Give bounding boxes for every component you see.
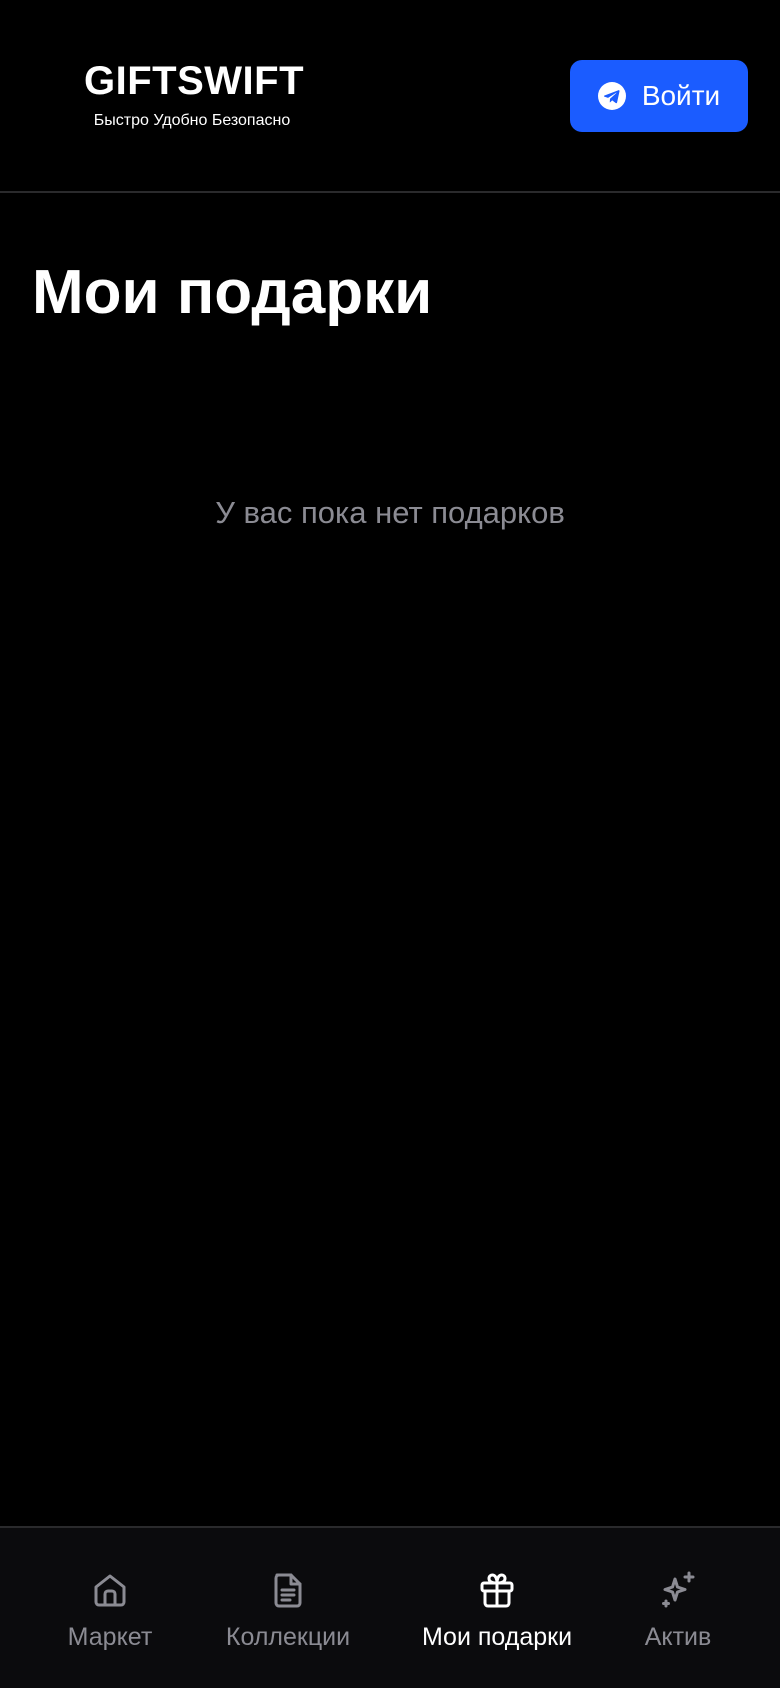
login-button[interactable]: Войти <box>570 60 748 132</box>
app-root: GIFTSWIFT Быстро Удобно Безопасно Войти … <box>0 0 780 1688</box>
nav-item-collections[interactable]: Коллекции <box>218 1528 358 1668</box>
telegram-icon <box>597 82 626 110</box>
page-title: Мои подарки <box>32 258 433 327</box>
nav-label-active: Актив <box>644 1623 712 1651</box>
nav-label-collections: Коллекции <box>225 1623 351 1651</box>
bottom-nav: Маркет Коллекции Мои подарки Актив <box>0 1526 780 1688</box>
header: GIFTSWIFT Быстро Удобно Безопасно Войти <box>0 0 780 193</box>
login-label: Войти <box>641 80 721 111</box>
nav-item-market[interactable]: Маркет <box>50 1528 170 1668</box>
nav-label-market: Маркет <box>67 1623 153 1651</box>
nav-item-my-gifts[interactable]: Мои подарки <box>414 1528 580 1668</box>
logo-tagline: Быстро Удобно Безопасно <box>93 112 291 129</box>
nav-label-my-gifts: Мои подарки <box>421 1623 573 1651</box>
logo-title: GIFTSWIFT <box>84 59 305 103</box>
home-icon <box>94 1574 126 1607</box>
gift-icon <box>480 1573 514 1608</box>
sparkles-icon <box>662 1571 695 1608</box>
empty-state-message: У вас пока нет подарков <box>215 495 565 530</box>
document-icon <box>274 1573 302 1608</box>
logo[interactable]: GIFTSWIFT Быстро Удобно Безопасно <box>84 58 305 132</box>
nav-item-active[interactable]: Актив <box>628 1528 728 1668</box>
